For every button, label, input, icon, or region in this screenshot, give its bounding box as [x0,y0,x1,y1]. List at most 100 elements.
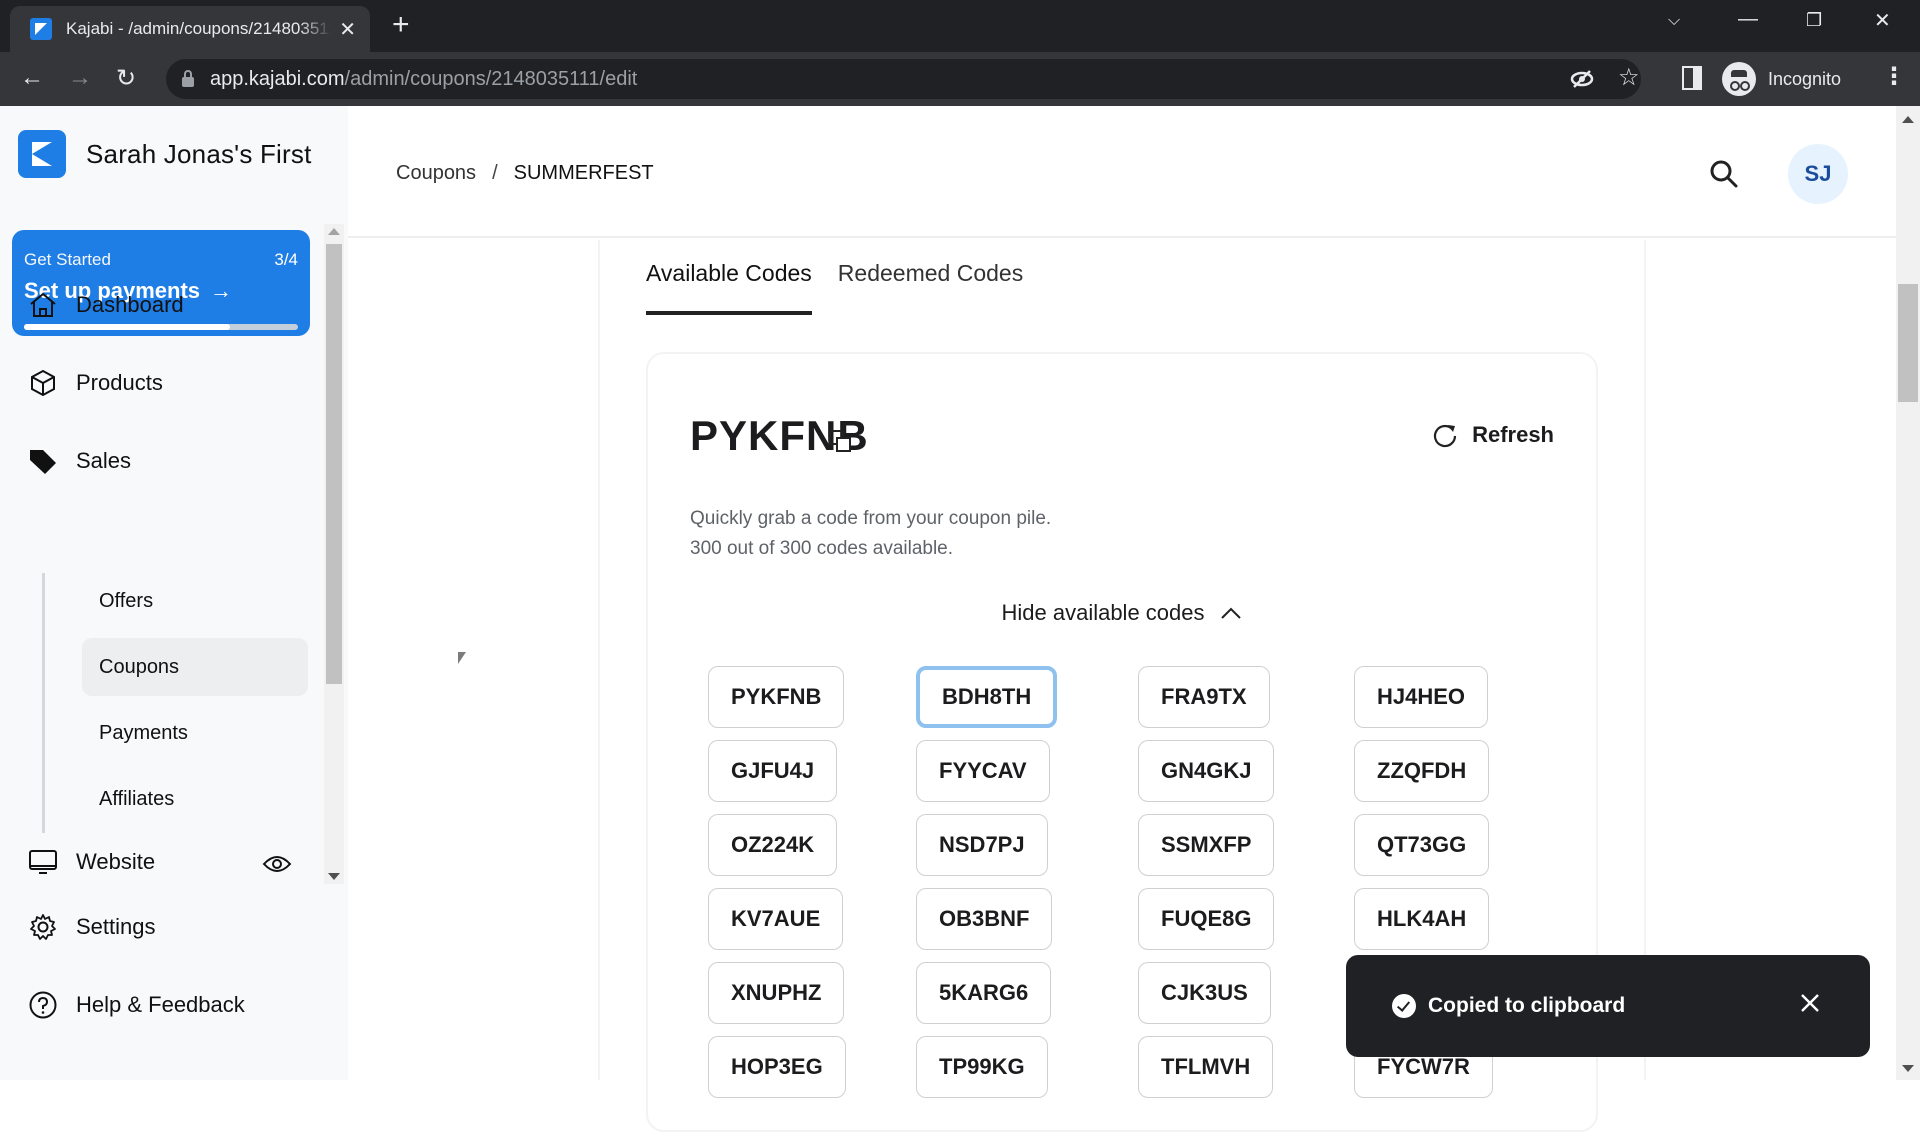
breadcrumb-coupons-link[interactable]: Coupons [396,162,476,185]
refresh-label: Refresh [1472,422,1554,447]
code-chip[interactable]: XNUPHZ [708,962,845,1024]
browser-tab-bar: Kajabi - /admin/coupons/2148035111/edit … [0,0,1920,52]
breadcrumb: Coupons / SUMMERFEST [396,162,654,185]
tab-available-codes[interactable]: Available Codes [646,260,812,315]
get-started-progress-fill [24,324,230,330]
side-panel-icon[interactable] [1682,66,1702,90]
sidebar-subitem-label: Coupons [99,655,180,678]
new-tab-button[interactable]: + [392,8,410,42]
sidebar-item-label: Dashboard [76,292,184,317]
code-chip[interactable]: OZ224K [708,814,838,876]
sidebar-item-label: Website [76,849,156,874]
sidebar-item-help[interactable]: Help & Feedback [28,990,245,1020]
code-chip[interactable]: TFLMVH [1138,1036,1274,1098]
sidebar-item-products[interactable]: Products [28,368,163,398]
code-chip[interactable]: KV7AUE [708,888,844,950]
url-text[interactable]: app.kajabi.com/admin/coupons/2148035111/… [210,68,637,91]
incognito-profile-button[interactable]: Incognito [1722,57,1841,101]
sidebar-subitem-affiliates[interactable]: Affiliates [82,770,308,828]
box-icon [31,369,55,397]
code-chip[interactable]: FUQE8G [1138,888,1275,950]
scroll-down-arrow-icon[interactable] [328,873,340,880]
breadcrumb-separator: / [492,162,498,184]
preview-eye-icon[interactable] [262,854,292,874]
code-chip[interactable]: HLK4AH [1354,888,1490,950]
forward-button[interactable]: → [68,64,92,92]
site-brand[interactable]: Sarah Jonas's First [18,130,312,178]
sidebar-item-label: Settings [76,914,156,939]
tab-search-chevron-icon[interactable]: ⌵ [1668,12,1680,30]
sidebar: Sarah Jonas's First Get Started 3/4 Set … [0,106,348,1080]
code-chip[interactable]: 5KARG6 [916,962,1052,1024]
sidebar-subitem-label: Affiliates [99,787,175,810]
page-scrollbar[interactable] [1896,106,1920,1080]
code-chip[interactable]: FRA9TX [1138,666,1270,728]
sidebar-subitem-offers[interactable]: Offers [82,572,308,630]
sidebar-item-label: Help & Feedback [76,992,245,1017]
sidebar-item-label: Products [76,370,163,395]
code-chip[interactable]: CJK3US [1138,962,1271,1024]
sidebar-subitem-coupons[interactable]: Coupons [82,638,308,696]
toast-message: Copied to clipboard [1428,994,1626,1017]
kajabi-logo-icon [18,130,66,178]
get-started-count: 3/4 [274,250,298,269]
sidebar-subitem-payments[interactable]: Payments [82,704,308,762]
code-chip[interactable]: NSD7PJ [916,814,1048,876]
sidebar-scroll-thumb[interactable] [326,244,342,684]
chevron-up-icon [1220,607,1241,619]
tracking-blocked-eye-icon[interactable] [1570,69,1594,89]
sidebar-item-label: Sales [76,448,132,473]
description-text: Quickly grab a code from your coupon pil… [690,508,1052,529]
code-chip[interactable]: GJFU4J [708,740,838,802]
search-icon[interactable] [1708,158,1740,190]
code-chip[interactable]: ZZQFDH [1354,740,1490,802]
toast-close-icon[interactable] [1798,991,1822,1015]
minimize-button[interactable]: — [1738,8,1758,31]
restore-button[interactable]: ❐ [1806,10,1822,31]
refresh-button[interactable]: Refresh [1432,422,1554,448]
bookmark-star-icon[interactable]: ☆ [1618,63,1640,92]
sidebar-item-settings[interactable]: Settings [28,912,156,942]
code-chip[interactable]: OB3BNF [916,888,1053,950]
sidebar-item-sales[interactable]: Sales [28,446,131,476]
get-started-card[interactable]: Get Started 3/4 Set up payments → [12,230,310,336]
toggle-label: Hide available codes [1001,600,1205,625]
browser-tab[interactable]: Kajabi - /admin/coupons/2148035111/edit … [10,6,370,52]
copy-icon[interactable] [828,429,852,453]
breadcrumb-current: SUMMERFEST [513,162,654,184]
hide-codes-toggle[interactable]: Hide available codes [648,600,1596,626]
code-chip[interactable]: FYYCAV [916,740,1050,802]
tag-icon [30,450,56,474]
code-chip[interactable]: TP99KG [916,1036,1048,1098]
page-scroll-thumb[interactable] [1898,284,1918,402]
home-icon [30,292,56,317]
scroll-down-arrow-icon[interactable] [1902,1065,1914,1072]
browser-menu-icon[interactable]: ⋮ [1882,62,1906,91]
reload-button[interactable]: ↻ [116,64,136,93]
tab-title: Kajabi - /admin/coupons/2148035111/edit [66,19,331,38]
tab-redeemed-codes[interactable]: Redeemed Codes [838,260,1023,315]
code-chip[interactable]: SSMXFP [1138,814,1275,876]
code-chip[interactable]: GN4GKJ [1138,740,1275,802]
user-avatar[interactable]: SJ [1788,144,1848,204]
back-button[interactable]: ← [20,64,44,92]
sidebar-item-dashboard[interactable]: Dashboard [28,290,184,320]
code-chip[interactable]: HOP3EG [708,1036,846,1098]
tab-close-icon[interactable]: ✕ [339,17,356,42]
page-header: Coupons / SUMMERFEST SJ [348,106,1896,238]
codes-description: Quickly grab a code from your coupon pil… [690,504,1051,564]
check-circle-icon [1392,994,1416,1018]
sidebar-scrollbar[interactable] [324,224,344,884]
address-bar[interactable]: app.kajabi.com/admin/coupons/2148035111/… [166,59,1641,99]
code-chip[interactable]: BDH8TH [916,666,1058,728]
scroll-up-arrow-icon[interactable] [1902,116,1914,123]
close-window-button[interactable]: ✕ [1874,8,1891,33]
sidebar-item-website[interactable]: Website [28,847,155,877]
code-chip[interactable]: HJ4HEO [1354,666,1489,728]
help-icon [29,991,57,1019]
code-chip[interactable]: QT73GG [1354,814,1490,876]
scroll-up-arrow-icon[interactable] [328,228,340,235]
code-chip[interactable]: PYKFNB [708,666,845,728]
monitor-icon [29,850,57,874]
codes-available-count: 300 out of 300 codes available. [690,538,954,559]
